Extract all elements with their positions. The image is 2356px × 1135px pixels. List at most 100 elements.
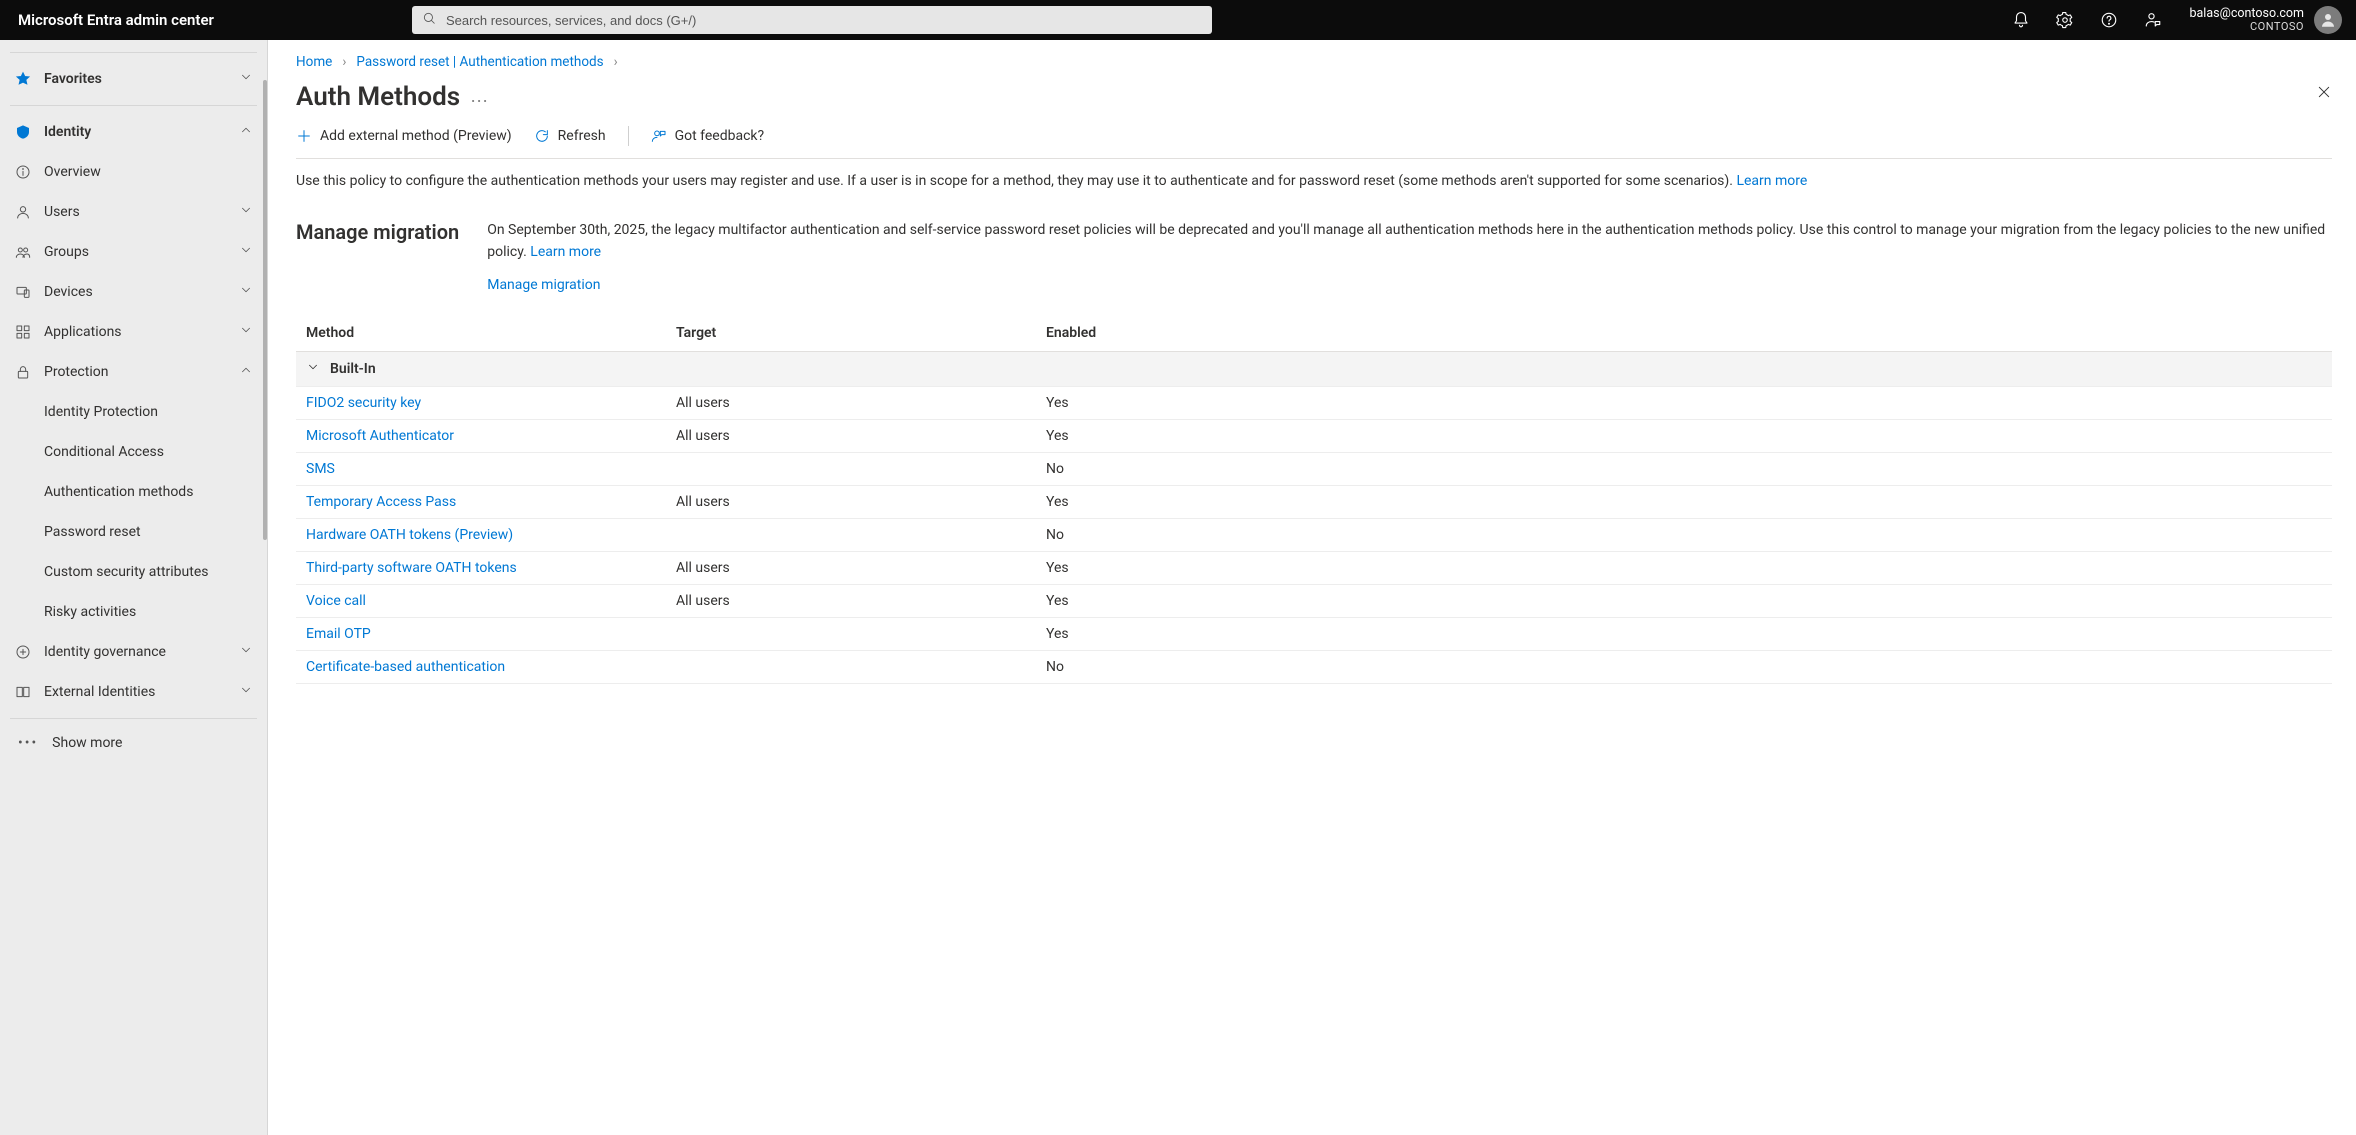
- manage-migration-link[interactable]: Manage migration: [487, 277, 600, 293]
- lock-icon: [14, 364, 32, 380]
- method-link[interactable]: Microsoft Authenticator: [306, 428, 454, 444]
- sidebar-label: Password reset: [44, 524, 141, 540]
- intro-text: Use this policy to configure the authent…: [296, 171, 2332, 192]
- method-link[interactable]: Hardware OATH tokens (Preview): [306, 527, 513, 543]
- table-row[interactable]: Hardware OATH tokens (Preview)No: [296, 519, 2332, 552]
- got-feedback-button[interactable]: Got feedback?: [651, 128, 765, 144]
- cmd-label: Refresh: [558, 128, 606, 144]
- sidebar-item-identity[interactable]: Identity: [0, 112, 267, 152]
- method-link[interactable]: Temporary Access Pass: [306, 494, 456, 510]
- target-cell: All users: [666, 486, 1036, 519]
- chevron-up-icon: [239, 123, 253, 141]
- sidebar-item-groups[interactable]: Groups: [0, 232, 267, 272]
- table-row[interactable]: Temporary Access Pass All usersYes: [296, 486, 2332, 519]
- target-cell: [666, 651, 1036, 684]
- sidebar-label: Risky activities: [44, 604, 136, 620]
- account-text: balas@contoso.com CONTOSO: [2189, 7, 2304, 33]
- sidebar-show-more[interactable]: ••• Show more: [0, 725, 267, 761]
- enabled-cell: Yes: [1036, 552, 2332, 585]
- more-icon: •••: [18, 735, 38, 751]
- plus-icon: [296, 128, 312, 144]
- main-content: Home › Password reset | Authentication m…: [268, 40, 2356, 1135]
- sidebar-sub-password-reset[interactable]: Password reset: [0, 512, 267, 552]
- sidebar-sub-custom-security-attributes[interactable]: Custom security attributes: [0, 552, 267, 592]
- sidebar-label: Custom security attributes: [44, 564, 209, 580]
- user-icon: [14, 204, 32, 220]
- migration-text: On September 30th, 2025, the legacy mult…: [487, 220, 2332, 263]
- more-options-icon[interactable]: ⋯: [470, 93, 488, 111]
- target-cell: [666, 453, 1036, 486]
- command-bar: Add external method (Preview) Refresh Go…: [296, 126, 2332, 146]
- table-row[interactable]: Voice callAll usersYes: [296, 585, 2332, 618]
- sidebar-item-overview[interactable]: Overview: [0, 152, 267, 192]
- search-input[interactable]: [444, 12, 1202, 29]
- sidebar-label: Groups: [44, 244, 89, 260]
- search-box[interactable]: [412, 6, 1212, 34]
- method-link[interactable]: SMS: [306, 461, 335, 477]
- sidebar-sub-conditional-access[interactable]: Conditional Access: [0, 432, 267, 472]
- sidebar-sub-risky-activities[interactable]: Risky activities: [0, 592, 267, 632]
- method-link[interactable]: Third-party software OATH tokens: [306, 560, 517, 576]
- chevron-right-icon: ›: [342, 54, 346, 70]
- sidebar-item-identity-governance[interactable]: Identity governance: [0, 632, 267, 672]
- method-link[interactable]: FIDO2 security key: [306, 395, 421, 411]
- sidebar-item-protection[interactable]: Protection: [0, 352, 267, 392]
- groups-icon: [14, 244, 32, 260]
- col-method[interactable]: Method: [296, 315, 666, 352]
- search-icon: [422, 11, 436, 29]
- sidebar-sub-identity-protection[interactable]: Identity Protection: [0, 392, 267, 432]
- account-email: balas@contoso.com: [2189, 7, 2304, 21]
- feedback-icon[interactable]: [2133, 0, 2173, 40]
- sidebar-label: Devices: [44, 284, 93, 300]
- chevron-down-icon: [239, 323, 253, 341]
- migration-body: On September 30th, 2025, the legacy mult…: [487, 222, 2325, 260]
- target-cell: All users: [666, 585, 1036, 618]
- devices-icon: [14, 284, 32, 300]
- notifications-icon[interactable]: [2001, 0, 2041, 40]
- sidebar-item-favorites[interactable]: Favorites: [0, 59, 267, 99]
- add-external-method-button[interactable]: Add external method (Preview): [296, 128, 512, 144]
- methods-table: Method Target Enabled Built-In: [296, 315, 2332, 684]
- enabled-cell: Yes: [1036, 486, 2332, 519]
- method-link[interactable]: Email OTP: [306, 626, 371, 642]
- sidebar-label: Users: [44, 204, 80, 220]
- target-cell: All users: [666, 552, 1036, 585]
- col-enabled[interactable]: Enabled: [1036, 315, 2332, 352]
- chevron-right-icon: ›: [614, 54, 618, 70]
- sidebar-sub-authentication-methods[interactable]: Authentication methods: [0, 472, 267, 512]
- table-row[interactable]: Certificate-based authentication No: [296, 651, 2332, 684]
- help-icon[interactable]: [2089, 0, 2129, 40]
- sidebar-label: External Identities: [44, 684, 155, 700]
- enabled-cell: No: [1036, 651, 2332, 684]
- close-button[interactable]: [2316, 84, 2332, 104]
- breadcrumb-password-reset[interactable]: Password reset | Authentication methods: [356, 54, 603, 70]
- method-link[interactable]: Voice call: [306, 593, 366, 609]
- sidebar-item-external-identities[interactable]: External Identities: [0, 672, 267, 712]
- table-row[interactable]: SMSNo: [296, 453, 2332, 486]
- learn-more-link[interactable]: Learn more: [1736, 173, 1807, 189]
- col-target[interactable]: Target: [666, 315, 1036, 352]
- table-row[interactable]: FIDO2 security key All usersYes: [296, 387, 2332, 420]
- table-row[interactable]: Microsoft AuthenticatorAll usersYes: [296, 420, 2332, 453]
- target-cell: [666, 519, 1036, 552]
- breadcrumb-home[interactable]: Home: [296, 54, 332, 70]
- method-link[interactable]: Certificate-based authentication: [306, 659, 505, 675]
- search-container: [412, 6, 1212, 34]
- sidebar-item-users[interactable]: Users: [0, 192, 267, 232]
- sidebar-label: Authentication methods: [44, 484, 193, 500]
- account-menu[interactable]: balas@contoso.com CONTOSO: [2189, 6, 2348, 34]
- sidebar-item-devices[interactable]: Devices: [0, 272, 267, 312]
- learn-more-link-2[interactable]: Learn more: [530, 244, 601, 260]
- target-cell: All users: [666, 387, 1036, 420]
- brand-title: Microsoft Entra admin center: [18, 11, 214, 29]
- refresh-button[interactable]: Refresh: [534, 128, 606, 144]
- table-group-row[interactable]: Built-In: [296, 352, 2332, 387]
- sidebar-item-applications[interactable]: Applications: [0, 312, 267, 352]
- table-row[interactable]: Email OTPYes: [296, 618, 2332, 651]
- enabled-cell: Yes: [1036, 387, 2332, 420]
- external-identities-icon: [14, 684, 32, 700]
- intro-body: Use this policy to configure the authent…: [296, 173, 1733, 189]
- settings-icon[interactable]: [2045, 0, 2085, 40]
- table-row[interactable]: Third-party software OATH tokens All user…: [296, 552, 2332, 585]
- table-header-row: Method Target Enabled: [296, 315, 2332, 352]
